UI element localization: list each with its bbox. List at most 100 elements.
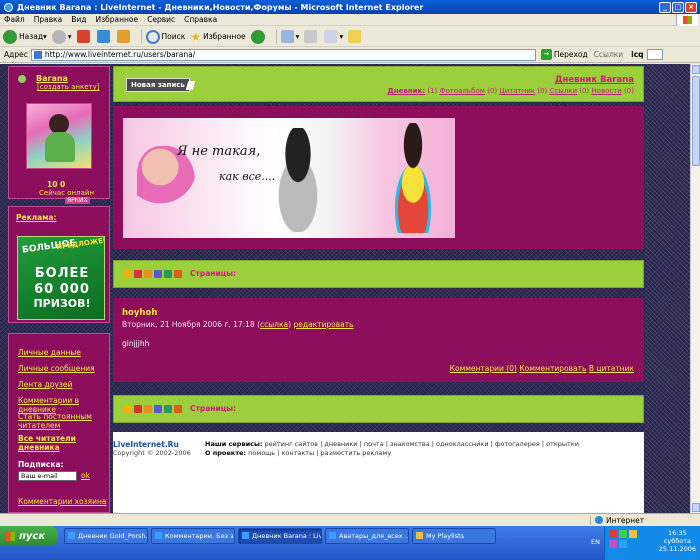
print-icon [304, 30, 318, 43]
rss-icon[interactable] [144, 270, 152, 278]
star-icon[interactable] [124, 270, 132, 278]
menu-tools[interactable]: Сервис [147, 15, 175, 24]
mail-icon[interactable] [164, 405, 172, 413]
email-field[interactable] [18, 471, 77, 481]
post-permalink[interactable]: ссылка [260, 320, 288, 329]
antivirus-icon[interactable] [609, 530, 617, 538]
address-input[interactable]: http://www.liveinternet.ru/users/barana/ [30, 48, 536, 61]
links-button[interactable]: Ссылки [594, 50, 623, 59]
menu-help[interactable]: Справка [184, 15, 217, 24]
diary-nav-news[interactable]: Новости [591, 87, 621, 95]
network-icon[interactable] [619, 530, 627, 538]
favorites-label: Избранное [203, 32, 246, 41]
vertical-scrollbar[interactable] [690, 64, 700, 513]
task-item[interactable]: My Playlists [412, 528, 496, 544]
rss-icon[interactable] [144, 405, 152, 413]
messenger-button[interactable] [348, 30, 363, 43]
folder-icon [348, 30, 362, 43]
print-icon[interactable] [154, 405, 162, 413]
security-zone: Интернет [590, 515, 700, 525]
sidebar-item-personal-data[interactable]: Личные данные [18, 348, 81, 357]
sidebar-item-messages[interactable]: Личные сообщения [18, 364, 95, 373]
icq-button[interactable]: icq [631, 50, 643, 59]
footer-project-links[interactable]: помощь | контакты | разместить рекламу [248, 449, 391, 457]
task-item-active[interactable]: Дневник Barana : Liv... [238, 528, 322, 544]
edit-button[interactable]: ▾ [324, 30, 343, 43]
home-button[interactable] [116, 30, 132, 43]
post-comment-button[interactable]: Комментировать [519, 364, 586, 373]
scroll-down-button[interactable] [692, 503, 700, 512]
search-button[interactable]: Поиск [145, 29, 185, 44]
refresh-button[interactable] [96, 30, 112, 43]
banner-section: Я не такая, как все.... [113, 106, 644, 249]
media-icon[interactable] [609, 540, 617, 548]
maximize-button[interactable]: □ [672, 1, 684, 13]
menu-edit[interactable]: Правка [34, 15, 63, 24]
ad-title[interactable]: Реклама: [16, 213, 56, 222]
task-item[interactable]: Дневник Gold_Porsh... [64, 528, 148, 544]
clock[interactable]: 16:35 суббота 25.11.2006 [659, 529, 696, 553]
mail-icon[interactable] [164, 270, 172, 278]
volume-icon[interactable] [619, 540, 627, 548]
owner-comments-link[interactable]: Комментарии хозяина [18, 497, 107, 506]
diary-nav-count: (1) [427, 87, 438, 95]
address-bar: Адрес http://www.liveinternet.ru/users/b… [0, 47, 700, 63]
diary-nav-quotes[interactable]: Цитатник [499, 87, 535, 95]
ad-line-4: 60 000 [34, 282, 90, 297]
print-button[interactable] [304, 30, 319, 43]
task-item[interactable]: Аватары_для_всех ... [325, 528, 409, 544]
create-profile-link[interactable]: [создать анкету] [37, 83, 100, 91]
icq-search-input[interactable] [646, 49, 663, 60]
star-icon[interactable] [124, 405, 132, 413]
back-button[interactable]: Назад ▾ [3, 29, 47, 44]
language-indicator[interactable]: EN [591, 538, 600, 546]
add-icon[interactable] [134, 270, 142, 278]
start-button[interactable]: пуск [0, 526, 58, 546]
status-bar: Интернет [0, 513, 700, 526]
scroll-up-button[interactable] [692, 65, 700, 74]
ad-banner[interactable]: БОЛЬШОЕ ПРЕДЛОЖЕНИЕ БОЛЕЕ 60 000 ПРИЗОВ! [17, 236, 105, 320]
go-button[interactable]: → Переход [540, 49, 588, 60]
profile-name[interactable]: Barana [36, 74, 68, 83]
minimize-button[interactable]: _ [659, 1, 671, 13]
footer-copyright: Copyright © 2002-2006 [113, 449, 191, 457]
close-button[interactable]: × [685, 1, 697, 13]
post-edit-link[interactable]: редактировать [293, 320, 353, 329]
messenger-icon[interactable] [629, 530, 637, 538]
sidebar-item-all-readers[interactable]: Все читатели дневника [18, 434, 109, 452]
feed-icon[interactable] [174, 405, 182, 413]
post-title[interactable]: hoyhoh [122, 308, 157, 318]
diary-nav-links[interactable]: Ссылки [550, 87, 578, 95]
diary-nav-diary[interactable]: Дневник: [388, 87, 426, 95]
avatar[interactable]: ЯРКИХ [26, 103, 92, 204]
footer-logo[interactable]: LiveInternet.Ru [113, 440, 179, 449]
mail-button[interactable]: ▾ [280, 30, 299, 43]
subscribe-ok-button[interactable]: ok [81, 471, 90, 480]
post-quote-link[interactable]: В цитатник [589, 364, 634, 373]
media-icon [250, 29, 265, 44]
feed-icon[interactable] [174, 270, 182, 278]
menu-view[interactable]: Вид [71, 15, 86, 24]
task-label: Аватары_для_всех ... [339, 532, 409, 540]
add-icon[interactable] [134, 405, 142, 413]
stop-button[interactable] [76, 30, 92, 43]
forward-button[interactable]: ▾ [51, 29, 72, 44]
media-button[interactable] [250, 29, 267, 44]
footer-project: О проекте: помощь | контакты | разместит… [205, 449, 391, 457]
print-icon[interactable] [154, 270, 162, 278]
sidebar-item-become-reader[interactable]: Стать постоянным читателем [18, 412, 98, 430]
diary-nav-photo[interactable]: Фотоальбом [439, 87, 484, 95]
footer-services-links[interactable]: рейтинг сайтов | дневники | почта | знак… [265, 440, 579, 448]
menu-file[interactable]: Файл [4, 15, 25, 24]
folder-icon [416, 532, 423, 539]
task-item[interactable]: Комментарии. Без з... [151, 528, 235, 544]
scroll-thumb[interactable] [692, 76, 700, 166]
new-post-button[interactable]: Новая запись [126, 78, 190, 92]
diary-title[interactable]: Дневник Barana [555, 75, 634, 85]
menu-favorites[interactable]: Избранное [96, 15, 139, 24]
mail-icon [280, 30, 294, 43]
post-comments-link[interactable]: Комментарии (0) [450, 364, 517, 373]
favorites-button[interactable]: ★ Избранное [190, 30, 245, 44]
sidebar-item-friends-feed[interactable]: Лента друзей [18, 380, 72, 389]
system-tray: EN 16:35 суббота 25.11.2006 [591, 526, 700, 560]
